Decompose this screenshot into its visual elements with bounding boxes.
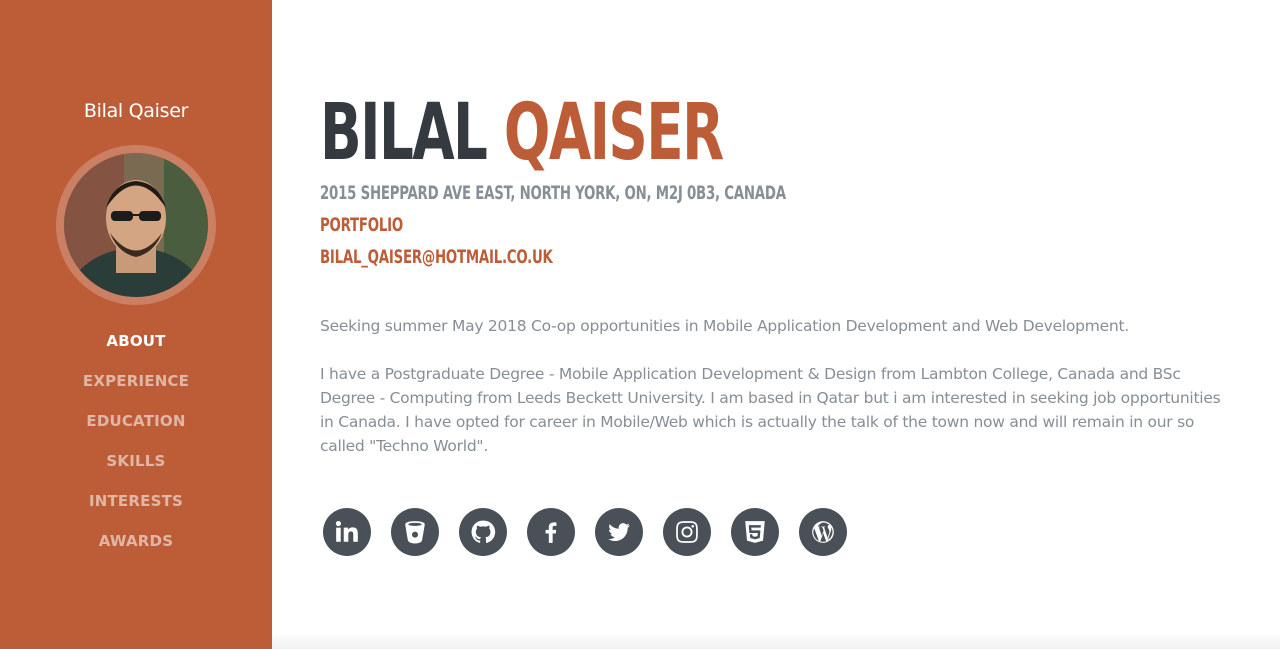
github-button[interactable]	[459, 508, 507, 556]
sidebar-nav: ABOUT EXPERIENCE EDUCATION SKILLS INTERE…	[0, 330, 272, 570]
brand-name-link[interactable]: Bilal Qaiser	[0, 100, 272, 122]
facebook-button[interactable]	[527, 508, 575, 556]
intro-paragraph: Seeking summer May 2018 Co-op opportunit…	[320, 317, 1129, 335]
social-icons	[323, 508, 847, 556]
wordpress-button[interactable]	[799, 508, 847, 556]
twitter-icon	[608, 523, 630, 541]
sidebar: Bilal Qaiser ABOUT EXPERIENCE EDUCATION …	[0, 0, 272, 649]
nav-item-education[interactable]: EDUCATION	[86, 412, 185, 430]
linkedin-icon	[335, 520, 358, 542]
nav-item-experience[interactable]: EXPERIENCE	[83, 372, 189, 390]
page-title: BILAL QAISER	[320, 88, 724, 178]
nav-item-interests[interactable]: INTERESTS	[89, 492, 183, 510]
facebook-icon	[545, 522, 557, 543]
wordpress-icon	[812, 521, 834, 543]
instagram-icon	[676, 521, 698, 543]
nav-item-awards[interactable]: AWARDS	[99, 532, 173, 550]
avatar-portrait-image	[64, 153, 208, 297]
github-icon	[471, 520, 496, 543]
nav-item-skills[interactable]: SKILLS	[106, 452, 165, 470]
bitbucket-button[interactable]	[391, 508, 439, 556]
bottom-shadow	[272, 633, 1280, 649]
last-name: QAISER	[503, 88, 724, 178]
twitter-button[interactable]	[595, 508, 643, 556]
bitbucket-icon	[405, 521, 425, 544]
instagram-button[interactable]	[663, 508, 711, 556]
avatar-ring	[56, 145, 216, 305]
first-name: BILAL	[320, 88, 488, 178]
bio-paragraph: I have a Postgraduate Degree - Mobile Ap…	[320, 365, 1221, 455]
email-link[interactable]: BILAL_QAISER@HOTMAIL.CO.UK	[320, 246, 553, 268]
address-text: 2015 SHEPPARD AVE EAST, NORTH YORK, ON, …	[320, 182, 786, 204]
nav-item-about[interactable]: ABOUT	[106, 332, 165, 350]
html5-icon	[745, 521, 765, 543]
linkedin-button[interactable]	[323, 508, 371, 556]
portfolio-link[interactable]: PORTFOLIO	[320, 214, 403, 236]
avatar	[64, 153, 208, 297]
html5-button[interactable]	[731, 508, 779, 556]
